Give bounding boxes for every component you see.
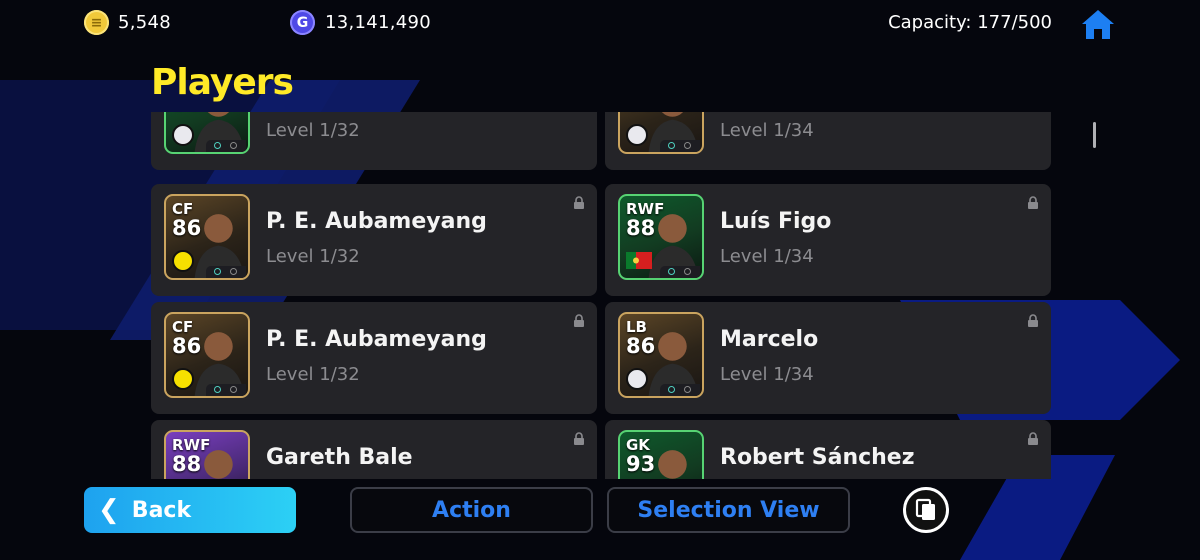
coin-balance: 13,141,490 [325, 12, 432, 33]
player-name: Gareth Bale [266, 445, 413, 470]
skill-indicator-icon [660, 384, 700, 396]
back-label: Back [131, 497, 192, 523]
player-rating: 88 [172, 452, 202, 476]
lock-icon [1028, 196, 1038, 209]
copy-pages-icon [915, 498, 935, 520]
home-icon[interactable] [1078, 6, 1118, 42]
portugal-flag-icon [626, 252, 652, 269]
mdc-club-badge-icon [172, 124, 194, 146]
player-position: GK [626, 436, 650, 454]
chevron-left-icon: ❮ [98, 495, 120, 525]
player-level: Level 1/32 [266, 120, 360, 141]
player-position: RWF [626, 200, 665, 218]
g-coin-icon: G [290, 10, 315, 35]
player-rating: 86 [626, 334, 656, 358]
skill-indicator-icon [206, 384, 246, 396]
player-card[interactable]: 88MarceloLevel 1/34 [605, 112, 1051, 170]
player-card[interactable]: CF 86 P. E. Aubameyang Level 1/32 [151, 184, 597, 296]
capacity-label: Capacity: 177/500 [888, 12, 1052, 33]
player-card[interactable]: RWF 88 Luís Figo Level 1/34 [605, 184, 1051, 296]
skill-indicator-icon [660, 266, 700, 278]
player-rating: 88 [172, 112, 201, 113]
lock-icon [574, 196, 584, 209]
top-bar: ≡ 5,548 G 13,141,490 Capacity: 177/500 [0, 0, 1200, 46]
player-portrait: 88 [164, 112, 250, 154]
player-card[interactable]: LB 86 Marcelo Level 1/34 [605, 302, 1051, 414]
bvb-club-badge-icon [172, 250, 194, 272]
player-portrait: RWF 88 [164, 430, 250, 479]
gp-coin-icon: ≡ [84, 10, 109, 35]
copy-pages-button[interactable] [903, 487, 949, 533]
player-level: Level 1/32 [266, 364, 360, 385]
player-level: Level 1/32 [266, 246, 360, 267]
player-name: P. E. Aubameyang [266, 209, 487, 234]
player-rating: 88 [626, 112, 655, 113]
page-title: Players [151, 62, 294, 103]
player-rating: 86 [172, 216, 202, 240]
player-portrait: 88 [618, 112, 704, 154]
action-label: Action [432, 497, 511, 523]
lock-icon [574, 314, 584, 327]
player-card[interactable]: 88Gareth BaleLevel 1/32 [151, 112, 597, 170]
lock-icon [1028, 432, 1038, 445]
player-name: P. E. Aubameyang [266, 327, 487, 352]
player-portrait: GK 93 [618, 430, 704, 479]
player-portrait: LB 86 [618, 312, 704, 398]
skill-indicator-icon [206, 266, 246, 278]
player-position: LB [626, 318, 647, 336]
skill-indicator-icon [660, 140, 700, 152]
player-portrait: RWF 88 [618, 194, 704, 280]
player-rating: 93 [626, 452, 656, 476]
player-level: Level 1/34 [720, 246, 814, 267]
player-portrait: CF 86 [164, 194, 250, 280]
player-name: Marcelo [720, 327, 819, 352]
player-list[interactable]: 88Gareth BaleLevel 1/3288MarceloLevel 1/… [140, 112, 1065, 479]
player-card[interactable]: CF 86 P. E. Aubameyang Level 1/32 [151, 302, 597, 414]
player-rating: 86 [172, 334, 202, 358]
player-level: Level 1/34 [720, 364, 814, 385]
mdc-club-badge-icon [626, 368, 648, 390]
player-position: CF [172, 200, 194, 218]
gp-balance: 5,548 [118, 12, 172, 33]
skill-indicator-icon [206, 140, 246, 152]
player-name: Robert Sánchez [720, 445, 915, 470]
player-card[interactable]: GK93Robert SánchezLevel 1/34 [605, 420, 1051, 479]
selection-view-button[interactable]: Selection View [607, 487, 850, 533]
mdc-club-badge-icon [626, 124, 648, 146]
lock-icon [1028, 314, 1038, 327]
player-position: RWF [172, 436, 211, 454]
scrollbar[interactable] [1093, 122, 1096, 148]
player-position: CF [172, 318, 194, 336]
selection-view-label: Selection View [637, 497, 820, 523]
back-button[interactable]: ❮ Back [84, 487, 296, 533]
action-button[interactable]: Action [350, 487, 593, 533]
bvb-club-badge-icon [172, 368, 194, 390]
player-name: Luís Figo [720, 209, 832, 234]
player-portrait: CF 86 [164, 312, 250, 398]
player-level: Level 1/34 [720, 120, 814, 141]
lock-icon [574, 432, 584, 445]
player-card[interactable]: RWF88Gareth BaleLevel 1/32 [151, 420, 597, 479]
player-rating: 88 [626, 216, 656, 240]
